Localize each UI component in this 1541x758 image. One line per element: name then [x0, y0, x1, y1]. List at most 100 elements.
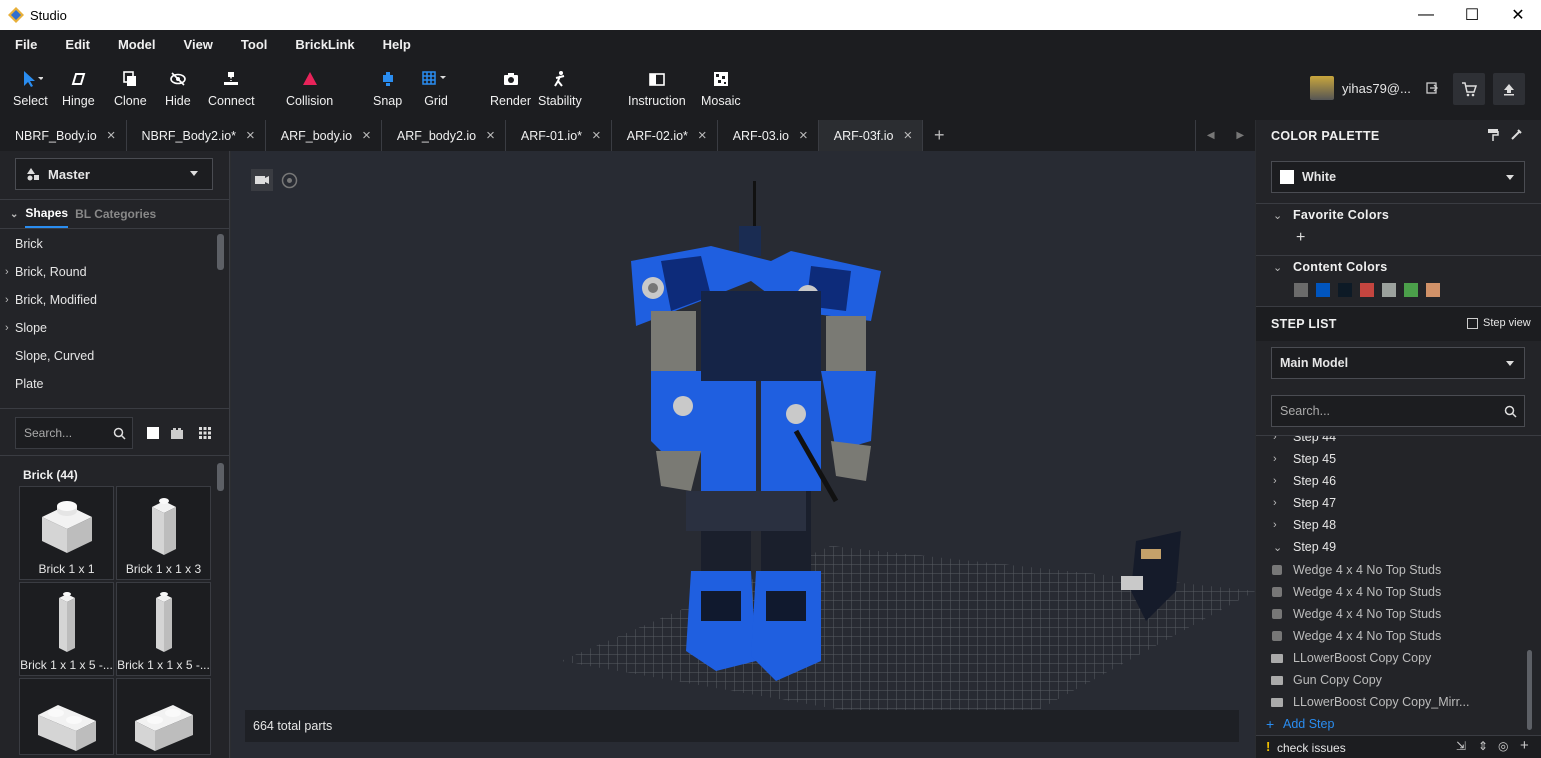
part-tile[interactable] — [19, 678, 114, 755]
category-item[interactable]: Brick — [0, 230, 229, 258]
step-item-expanded[interactable]: ⌄ Step 49 — [1256, 536, 1526, 558]
color-swatch[interactable] — [1294, 283, 1308, 297]
step-part[interactable]: Wedge 4 x 4 No Top Studs — [1256, 603, 1526, 625]
step-item[interactable]: › Step 47 — [1256, 492, 1526, 514]
maximize-button[interactable]: ☐ — [1449, 0, 1495, 30]
menu-help[interactable]: Help — [368, 37, 424, 52]
color-swatch[interactable] — [1338, 283, 1352, 297]
step-part[interactable]: Wedge 4 x 4 No Top Studs — [1256, 559, 1526, 581]
upload-button[interactable] — [1493, 73, 1525, 105]
parts-scrollbar[interactable] — [217, 463, 224, 491]
category-item[interactable]: › Brick, Round — [0, 258, 229, 286]
grid-view-icon[interactable] — [198, 426, 212, 440]
part-search-input[interactable]: Search... — [15, 417, 133, 449]
logout-icon[interactable] — [1425, 81, 1439, 95]
step-part[interactable]: Wedge 4 x 4 No Top Studs — [1256, 625, 1526, 647]
clone-tool[interactable]: Clone — [114, 70, 147, 108]
tab-file[interactable]: NBRF_Body2.io* × — [127, 120, 266, 151]
category-scrollbar[interactable] — [217, 234, 224, 270]
minimize-button[interactable]: — — [1403, 0, 1449, 30]
color-swatch[interactable] — [1404, 283, 1418, 297]
search-icon[interactable] — [1504, 405, 1517, 418]
search-icon[interactable] — [113, 427, 126, 440]
color-swatch[interactable] — [1316, 283, 1330, 297]
menu-view[interactable]: View — [169, 37, 226, 52]
tab-scroll-right-icon[interactable]: ▶ — [1236, 130, 1244, 141]
category-item[interactable]: › Slope — [0, 314, 229, 342]
close-tab-icon[interactable]: × — [592, 127, 601, 144]
brick-view-icon[interactable] — [170, 426, 184, 440]
step-submodel[interactable]: Gun Copy Copy — [1256, 669, 1526, 691]
color-swatch[interactable] — [1426, 283, 1440, 297]
part-tile[interactable] — [116, 678, 211, 755]
hide-eye-icon[interactable]: ◎ — [1498, 739, 1508, 753]
menu-edit[interactable]: Edit — [50, 37, 103, 52]
tab-file[interactable]: ARF_body.io × — [266, 120, 382, 151]
tab-file[interactable]: NBRF_Body.io × — [0, 120, 127, 151]
tab-file[interactable]: ARF-03.io × — [718, 120, 819, 151]
close-tab-icon[interactable]: × — [362, 127, 371, 144]
hinge-tool[interactable]: Hinge — [62, 70, 95, 108]
tab-file[interactable]: ARF_body2.io × — [382, 120, 506, 151]
tab-file-active[interactable]: ARF-03f.io × — [818, 120, 924, 151]
color-swatch[interactable] — [1360, 283, 1374, 297]
part-tile[interactable]: Brick 1 x 1 x 5 -... — [19, 582, 114, 676]
chevron-down-icon[interactable]: ⌄ — [1273, 209, 1282, 222]
step-item[interactable]: › Step 45 — [1256, 448, 1526, 470]
grid-tool[interactable]: Grid — [422, 70, 450, 108]
step-item[interactable]: › Step 44 — [1256, 436, 1526, 448]
step-view-checkbox[interactable] — [1467, 318, 1478, 329]
step-part[interactable]: Wedge 4 x 4 No Top Studs — [1256, 581, 1526, 603]
step-submodel[interactable]: LLowerBoost Copy Copy_Mirr... — [1256, 691, 1526, 713]
cart-button[interactable] — [1453, 73, 1485, 105]
collision-tool[interactable]: Collision — [286, 70, 333, 108]
instruction-tool[interactable]: Instruction — [628, 70, 686, 108]
palette-dropdown[interactable]: Master — [15, 158, 213, 190]
3d-viewport[interactable]: 664 total parts — [231, 151, 1255, 758]
hide-tool[interactable]: Hide — [165, 70, 191, 108]
render-tool[interactable]: Render — [490, 70, 531, 108]
snap-tool[interactable]: Snap — [373, 70, 402, 108]
select-tool[interactable]: Select — [13, 70, 48, 108]
tab-shapes[interactable]: Shapes — [25, 200, 69, 228]
connect-tool[interactable]: Connect — [208, 70, 255, 108]
close-window-button[interactable]: ✕ — [1495, 0, 1541, 30]
model-select[interactable]: Main Model — [1271, 347, 1525, 379]
close-tab-icon[interactable]: × — [107, 127, 116, 144]
add-step-button[interactable]: + Add Step — [1256, 713, 1526, 735]
step-list-scrollbar[interactable] — [1527, 650, 1532, 730]
mosaic-tool[interactable]: Mosaic — [701, 70, 741, 108]
part-tile[interactable]: Brick 1 x 1 — [19, 486, 114, 580]
menu-tool[interactable]: Tool — [226, 37, 280, 52]
part-tile[interactable]: Brick 1 x 1 x 5 -... — [116, 582, 211, 676]
add-icon[interactable]: + — [1520, 737, 1529, 754]
tab-bl-categories[interactable]: BL Categories — [75, 207, 156, 221]
tab-file[interactable]: ARF-01.io* × — [506, 120, 612, 151]
tab-scroll-left-icon[interactable]: ◀ — [1207, 130, 1215, 141]
add-tab-button[interactable]: + — [923, 120, 955, 151]
paint-roller-icon[interactable] — [1487, 128, 1499, 142]
close-tab-icon[interactable]: × — [698, 127, 707, 144]
color-swatch[interactable] — [1382, 283, 1396, 297]
step-item[interactable]: › Step 46 — [1256, 470, 1526, 492]
category-item[interactable]: Slope, Curved — [0, 342, 229, 370]
stability-tool[interactable]: Stability — [538, 70, 582, 108]
menu-model[interactable]: Model — [103, 37, 169, 52]
add-favorite-button[interactable]: + — [1296, 229, 1305, 247]
color-select[interactable]: White — [1271, 161, 1525, 193]
step-search-input[interactable]: Search... — [1271, 395, 1525, 427]
collapse-all-icon[interactable]: ⇲ — [1456, 739, 1466, 753]
menu-bricklink[interactable]: BrickLink — [280, 37, 367, 52]
check-issues-label[interactable]: check issues — [1277, 741, 1346, 755]
single-view-icon[interactable] — [146, 426, 160, 440]
close-tab-icon[interactable]: × — [799, 127, 808, 144]
user-account[interactable]: yihas79@... — [1310, 76, 1439, 100]
close-tab-icon[interactable]: × — [486, 127, 495, 144]
category-item[interactable]: Plate — [0, 370, 229, 398]
close-tab-icon[interactable]: × — [903, 127, 912, 144]
menu-file[interactable]: File — [0, 37, 50, 52]
tab-file[interactable]: ARF-02.io* × — [612, 120, 718, 151]
close-tab-icon[interactable]: × — [246, 127, 255, 144]
part-tile[interactable]: Brick 1 x 1 x 3 — [116, 486, 211, 580]
category-item[interactable]: › Brick, Modified — [0, 286, 229, 314]
